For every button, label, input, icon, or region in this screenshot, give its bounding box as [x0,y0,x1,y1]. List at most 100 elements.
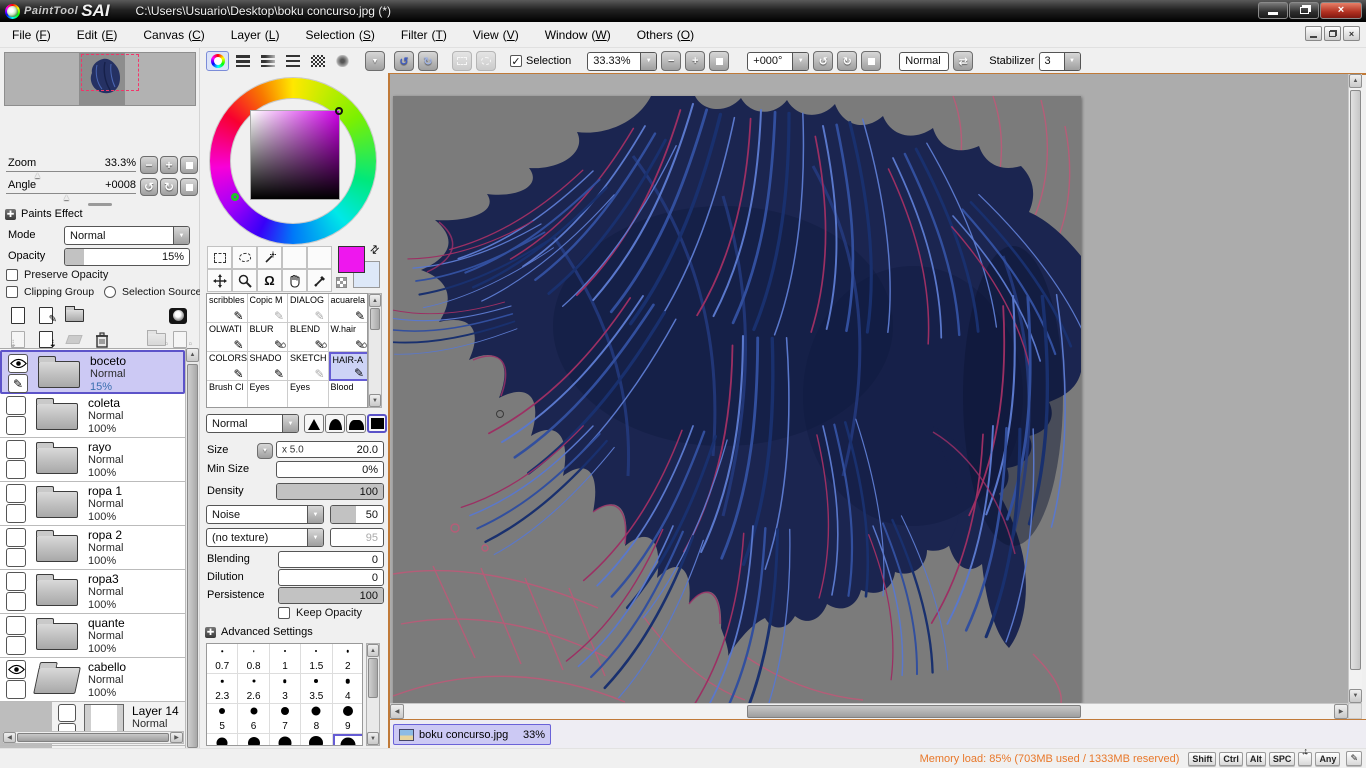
scrollbar-thumb[interactable] [187,364,198,748]
size-preset[interactable]: 1.5 [301,644,333,674]
flip-horizontal-button[interactable]: ⇄ [953,51,974,71]
scroll-down-icon[interactable]: ▼ [369,394,381,407]
noise-dropdown[interactable]: Noise ▼ [206,505,324,524]
menu-view[interactable]: ViewV [473,28,519,42]
stabilizer-dropdown[interactable]: 3 ▼ [1038,51,1081,71]
size-preset[interactable]: 3.5 [301,674,333,704]
blending-slider[interactable]: 0 [278,551,384,568]
layer-row-rayo[interactable]: rayo Normal 100% [0,438,185,482]
brush-eyes-1[interactable]: Eyes [247,381,288,407]
layer-visibility-toggle[interactable] [6,396,26,415]
layer-visibility-toggle[interactable] [6,616,26,635]
brush-brush-cl[interactable]: Brush Cl [207,381,248,407]
canvas-angle-dropdown[interactable]: +000° ▼ [747,51,810,71]
brush-scribbles[interactable]: scribbles ✎ [207,294,248,323]
layer-visibility-toggle[interactable] [6,484,26,503]
angle-reset-button[interactable] [180,178,198,196]
brush-acuarela[interactable]: acuarela ✎ [328,294,367,323]
layer-mode-dropdown[interactable]: Normal ▼ [64,226,190,245]
swatches-tab[interactable] [306,51,329,71]
size-preset[interactable]: 9 [332,704,362,734]
zoom-in-button[interactable]: + [160,156,178,174]
preserve-opacity-checkbox[interactable] [6,269,18,281]
color-mixer-tab[interactable] [281,51,304,71]
color-wheel[interactable] [210,78,376,244]
scrollbar-thumb[interactable] [17,733,169,742]
layer-paint-target-toggle[interactable] [6,680,26,699]
size-preset[interactable]: 7 [269,704,302,734]
brush-edge-soft[interactable] [325,414,345,433]
chevron-down-icon[interactable]: ▼ [307,506,323,523]
chevron-down-icon[interactable]: ▼ [282,415,298,432]
scratchpad-tab[interactable] [331,51,354,71]
layer-opacity-slider[interactable]: 15% [64,248,190,266]
size-unit-dropdown[interactable]: ▼ [257,443,273,459]
transparent-color-toggle[interactable] [336,277,347,288]
brush-blend[interactable]: BLEND ✎ [288,323,329,352]
size-preset[interactable] [301,734,333,745]
rect-select-tool[interactable] [207,246,232,269]
layer-row-cabello[interactable]: cabello Normal 100% [0,658,185,702]
brush-blood[interactable]: Blood [328,381,367,407]
lasso-tool[interactable] [232,246,257,269]
zoom-out-button[interactable]: − [661,51,682,71]
doc-restore-button[interactable] [1324,26,1341,41]
layer-visibility-toggle[interactable] [8,354,28,373]
delete-layer-button[interactable] [90,329,114,350]
canvas-hscrollbar[interactable]: ◀ ▶ [390,703,1348,719]
brush-edge-square-selected[interactable] [367,414,387,433]
brush-edge-flat[interactable] [346,414,366,433]
rotate-cw-button[interactable]: ↻ [837,51,858,71]
brush-copic-m[interactable]: Copic M ✎ [247,294,288,323]
move-tool[interactable] [207,269,232,292]
size-preset[interactable]: 8 [301,704,333,734]
nav-angle-slider[interactable] [6,193,136,194]
scroll-down-icon[interactable]: ▼ [1349,689,1362,703]
size-preset[interactable]: 2.6 [238,674,270,704]
menu-filter[interactable]: FilterT [401,28,447,42]
brush-hair-a-selected[interactable]: HAIR-A ✎ [328,352,367,381]
clipping-group-checkbox[interactable] [6,286,18,298]
brush-grid-scrollbar[interactable]: ▲ ▼ [368,293,382,408]
canvas-document[interactable] [393,96,1081,703]
zoom-in-button[interactable]: + [685,51,706,71]
scroll-left-icon[interactable]: ◀ [3,732,16,743]
rotate-ccw-button[interactable]: ↺ [813,51,834,71]
size-preset[interactable]: 2.3 [207,674,239,704]
layer-paint-target-toggle[interactable] [6,636,26,655]
minimize-button[interactable] [1258,2,1288,19]
brush-olwati[interactable]: OLWATI ✎ [207,323,248,352]
selection-source-radio[interactable] [104,286,117,298]
layer-list-vscrollbar[interactable]: ▲ ▼ [185,348,199,768]
hand-tool[interactable] [282,269,307,292]
magic-wand-tool[interactable] [257,246,282,269]
collapse-icon[interactable]: ✚ [5,208,16,220]
size-grid-scrollbar[interactable]: ▲ ▼ [366,643,380,746]
scrollbar-thumb[interactable] [370,308,380,330]
scroll-up-icon[interactable]: ▲ [369,294,381,307]
layer-paint-target-toggle[interactable] [6,504,26,523]
foreground-color-swatch[interactable] [338,246,365,273]
persistence-slider[interactable]: 100 [278,587,384,604]
brush-whair[interactable]: W.hair ✎ [328,323,367,352]
chevron-down-icon[interactable]: ▼ [173,227,189,244]
new-linework-layer-button[interactable]: ✎ [34,305,58,326]
layer-list-hscrollbar[interactable]: ◀ ▶ [2,731,184,744]
menu-file[interactable]: FileF [12,28,51,42]
scrollbar-thumb[interactable] [368,658,378,698]
brush-eyes-2[interactable]: Eyes [288,381,329,407]
noise-slider[interactable]: 50 [330,505,384,524]
brush-edge-sharp[interactable] [304,414,324,433]
menu-selection[interactable]: SelectionS [305,28,374,42]
size-preset[interactable] [207,734,239,745]
scroll-up-icon[interactable]: ▲ [367,644,379,657]
nav-angle-slider-handle[interactable]: ▲ [62,192,71,202]
size-preset[interactable] [238,734,270,745]
hue-marker[interactable] [231,193,239,201]
selection-visible-checkbox[interactable]: ✓ [510,55,522,68]
brush-dialog[interactable]: DIALOG ✎ [288,294,329,323]
new-folder-button[interactable] [62,305,86,326]
scroll-down-icon[interactable]: ▼ [367,732,379,745]
navigator-view-rect[interactable] [81,54,139,91]
chevron-down-icon[interactable]: ▼ [307,529,323,546]
